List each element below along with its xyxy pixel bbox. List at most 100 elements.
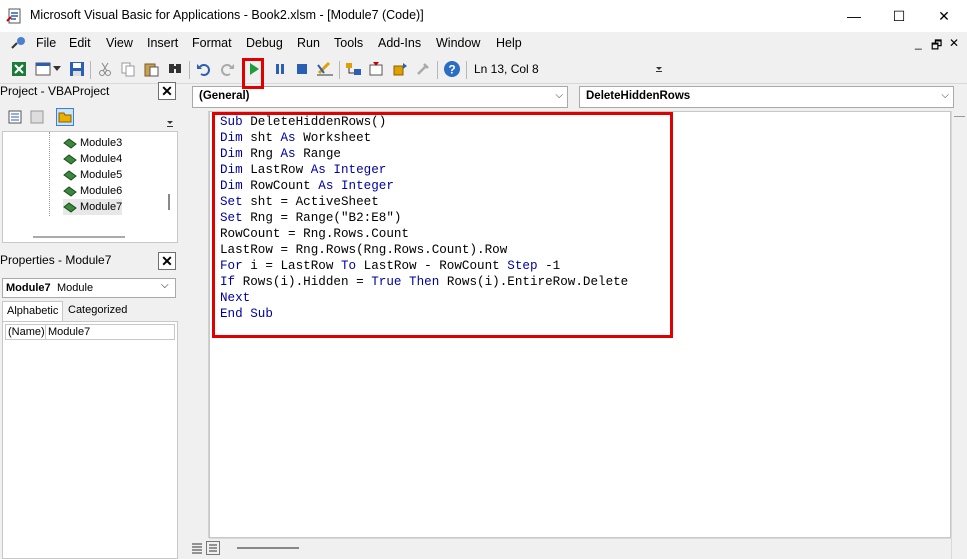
excel-icon[interactable] <box>10 60 28 78</box>
chevron-down-icon: ⌵ <box>161 280 169 291</box>
view-object-icon[interactable] <box>28 108 46 126</box>
tree-hscroll-thumb[interactable] <box>33 236 125 238</box>
module-label: Module6 <box>80 185 123 197</box>
property-divider <box>45 324 46 340</box>
vba-editor-window: Microsoft Visual Basic for Applications … <box>0 0 967 559</box>
toggle-folders-icon[interactable] <box>56 108 74 126</box>
object-combo[interactable]: (General) ⌵ <box>192 86 568 108</box>
tree-item-module4[interactable]: Module4 <box>63 151 122 167</box>
close-button[interactable]: ✕ <box>921 0 967 32</box>
module-icon <box>63 169 77 181</box>
module-label: Module5 <box>80 169 123 181</box>
menu-run[interactable]: Run <box>297 36 320 50</box>
tab-categorized[interactable]: Categorized <box>64 301 131 321</box>
cursor-position: Ln 13, Col 8 <box>474 62 539 76</box>
redo-icon[interactable] <box>218 60 236 78</box>
properties-pane-title: Properties - Module7 <box>0 253 112 267</box>
menu-debug[interactable]: Debug <box>246 36 283 50</box>
code-vertical-scrollbar[interactable] <box>951 111 967 559</box>
properties-icon[interactable] <box>368 60 386 78</box>
mdi-close-button[interactable]: ✕ <box>949 36 959 50</box>
minimize-button[interactable]: — <box>831 0 877 32</box>
tree-connector <box>49 132 50 216</box>
menu-insert[interactable]: Insert <box>147 36 178 50</box>
vba-menu-icon[interactable] <box>10 35 28 54</box>
module-icon <box>63 153 77 165</box>
properties-grid: (Name) Module7 <box>2 321 178 559</box>
tree-item-module5[interactable]: Module5 <box>63 167 122 183</box>
module-label: Module4 <box>80 153 123 165</box>
procedure-combo[interactable]: DeleteHiddenRows ⌵ <box>579 86 954 108</box>
tree-item-module3[interactable]: Module3 <box>63 135 122 151</box>
tree-vscroll-thumb[interactable] <box>168 194 170 210</box>
full-module-view-icon[interactable] <box>206 541 220 555</box>
property-name: (Name) <box>8 326 45 338</box>
object-combo-value: (General) <box>199 90 250 102</box>
project-close-button[interactable]: ✕ <box>158 82 176 100</box>
reset-icon[interactable] <box>293 60 311 78</box>
toolbar-separator <box>339 61 340 79</box>
object-type: Module <box>57 282 94 294</box>
module-icon <box>63 185 77 197</box>
toolbar-separator <box>437 61 438 79</box>
code-horizontal-scrollbar[interactable] <box>209 538 951 559</box>
window-title: Microsoft Visual Basic for Applications … <box>30 8 424 22</box>
properties-object-select[interactable]: Module7 Module ⌵ <box>2 278 176 298</box>
tab-alphabetic[interactable]: Alphabetic <box>2 301 64 321</box>
view-code-icon[interactable] <box>6 108 24 126</box>
properties-close-button[interactable]: ✕ <box>158 252 176 270</box>
module-icon <box>63 137 77 149</box>
design-mode-icon[interactable] <box>316 60 334 78</box>
menu-help[interactable]: Help <box>496 36 522 50</box>
menu-format[interactable]: Format <box>192 36 232 50</box>
project-explorer-icon[interactable] <box>345 60 363 78</box>
menu-file[interactable]: File <box>36 36 56 50</box>
menu-tools[interactable]: Tools <box>334 36 363 50</box>
properties-tabs: Alphabetic Categorized <box>2 301 178 321</box>
undo-icon[interactable] <box>195 60 213 78</box>
project-tree: Module3 Module4 Module5 Module6 Module7 <box>2 131 178 243</box>
object-browser-icon[interactable] <box>391 60 409 78</box>
menu-window[interactable]: Window <box>436 36 480 50</box>
help-icon[interactable]: ? <box>443 60 461 78</box>
toolbar-separator <box>466 61 467 79</box>
procedure-combo-value: DeleteHiddenRows <box>586 90 691 102</box>
code-highlight-box <box>212 112 673 338</box>
menu-edit[interactable]: Edit <box>69 36 91 50</box>
code-margin-indicator-bar[interactable] <box>186 111 209 538</box>
run-button-highlight <box>242 58 264 89</box>
save-icon[interactable] <box>68 60 86 78</box>
chevron-down-icon: ⌵ <box>941 90 949 101</box>
standard-toolbar: ? Ln 13, Col 8 <box>0 56 967 84</box>
tree-item-module6[interactable]: Module6 <box>63 183 122 199</box>
vba-app-icon <box>6 7 24 25</box>
project-pane-title: Project - VBAProject <box>0 84 110 98</box>
insert-userform-icon[interactable] <box>34 60 52 78</box>
toolbox-icon[interactable] <box>414 60 432 78</box>
cut-icon[interactable] <box>96 60 114 78</box>
split-bar[interactable] <box>954 112 965 117</box>
mdi-restore-button[interactable]: 🗗 <box>931 36 942 57</box>
toolbar-options-chevron-icon[interactable] <box>654 58 663 80</box>
mdi-minimize-button[interactable]: _ <box>915 36 922 50</box>
tree-item-module7[interactable]: Module7 <box>63 199 123 215</box>
menu-add-ins[interactable]: Add-Ins <box>378 36 421 50</box>
paste-icon[interactable] <box>142 60 160 78</box>
toolbar-separator <box>189 61 190 79</box>
project-toolbar <box>0 104 176 130</box>
maximize-button[interactable]: ☐ <box>876 0 922 32</box>
chevron-down-icon[interactable] <box>52 60 62 78</box>
property-row[interactable]: (Name) Module7 <box>5 324 175 340</box>
menu-view[interactable]: View <box>106 36 133 50</box>
find-icon[interactable] <box>166 60 184 78</box>
break-icon[interactable] <box>271 60 289 78</box>
copy-icon[interactable] <box>119 60 137 78</box>
menu-bar: File Edit View Insert Format Debug Run T… <box>0 32 967 56</box>
chevron-down-icon[interactable] <box>166 116 174 130</box>
hscroll-thumb[interactable] <box>237 547 299 549</box>
procedure-view-icon[interactable] <box>190 541 204 555</box>
module-label: Module3 <box>80 137 123 149</box>
chevron-down-icon: ⌵ <box>555 90 563 101</box>
title-bar: Microsoft Visual Basic for Applications … <box>0 0 967 32</box>
module-label: Module7 <box>80 201 123 213</box>
